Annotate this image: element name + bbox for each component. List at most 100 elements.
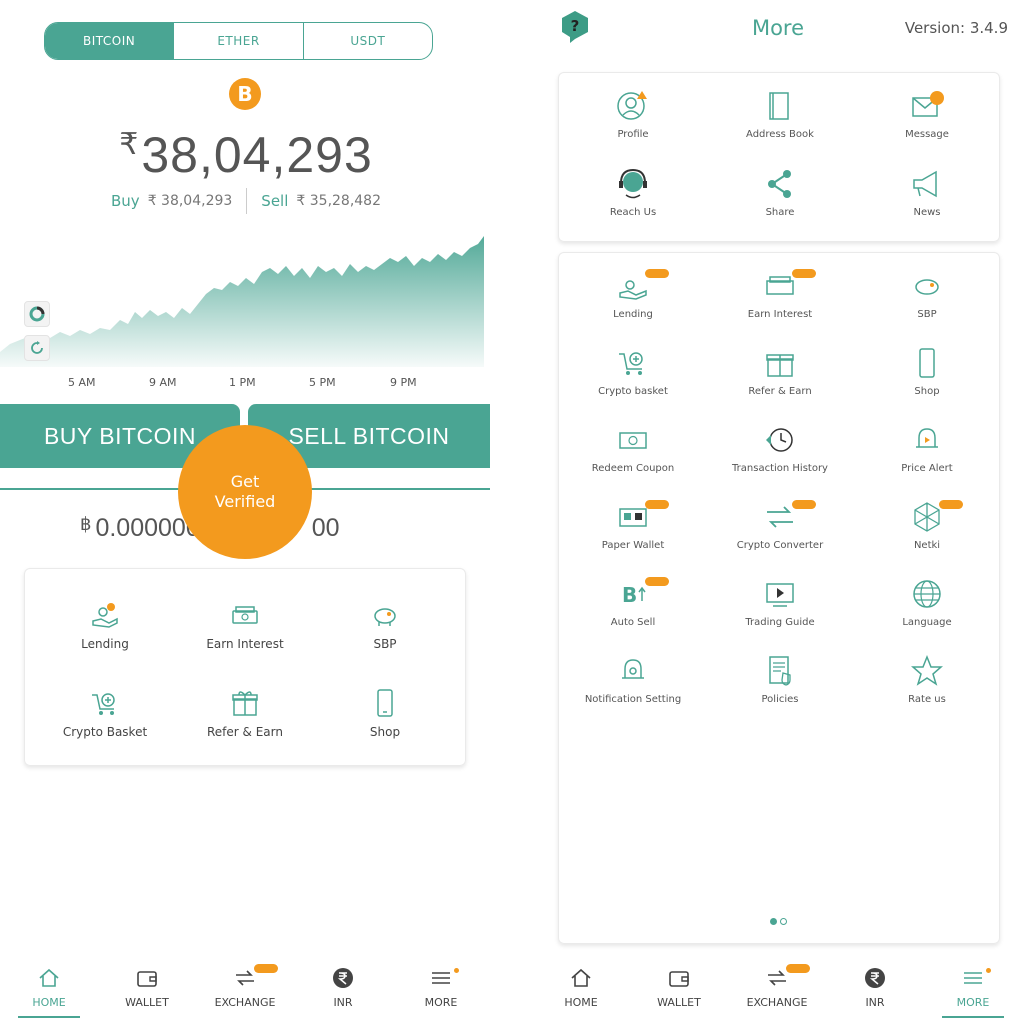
nav-more[interactable]: MORE: [392, 958, 490, 1018]
new-badge: [786, 964, 810, 973]
tab-usdt[interactable]: USDT: [304, 23, 432, 59]
feature-earn-interest[interactable]: Earn Interest: [175, 599, 315, 651]
nav-label: WALLET: [125, 996, 169, 1009]
tab-bitcoin[interactable]: BITCOIN: [45, 23, 175, 59]
menu-policies[interactable]: Policies: [706, 654, 854, 705]
menu-lending[interactable]: Lending: [559, 269, 707, 320]
new-badge: [645, 500, 669, 509]
menu-address-book[interactable]: Address Book: [706, 89, 854, 140]
page-indicator: [770, 918, 787, 925]
bitcoin-symbol: ฿: [80, 514, 92, 534]
menu-paper-wallet[interactable]: Paper Wallet: [559, 500, 707, 551]
menu-message[interactable]: Message: [853, 89, 1001, 140]
feature-shop[interactable]: Shop: [315, 687, 455, 739]
nav-exchange[interactable]: EXCHANGE: [196, 958, 294, 1018]
menu-language[interactable]: Language: [853, 577, 1001, 628]
chart-type-button[interactable]: [24, 301, 50, 327]
menu-label: Rate us: [908, 694, 946, 705]
menu-label: Share: [765, 207, 795, 218]
piggy-bank-icon: [915, 279, 939, 295]
rupee-symbol: ₹: [119, 128, 140, 161]
price-area: [0, 236, 484, 367]
get-verified-button[interactable]: Get Verified: [178, 425, 312, 559]
wallet-icon: [669, 971, 689, 987]
globe-icon: [913, 580, 941, 608]
new-badge: [792, 269, 816, 278]
nav-home[interactable]: HOME: [0, 958, 98, 1018]
time-label: 5 AM: [68, 376, 96, 389]
home-screen: BITCOIN ETHER USDT B ₹38,04,293 Buy ₹ 38…: [0, 0, 492, 1024]
megaphone-icon: [913, 170, 937, 198]
menu-reach-us[interactable]: Reach Us: [559, 167, 707, 218]
refresh-chart-button[interactable]: [24, 335, 50, 361]
verify-label-line2: Verified: [214, 492, 276, 511]
bitcoin-logo-icon: B: [229, 78, 261, 110]
menu-news[interactable]: News: [853, 167, 1001, 218]
menu-auto-sell[interactable]: B Auto Sell: [559, 577, 707, 628]
nav-exchange[interactable]: EXCHANGE: [728, 958, 826, 1018]
features-card: Lending Earn Interest SBP: [24, 568, 466, 766]
new-badge: [645, 269, 669, 278]
menu-label: Lending: [613, 309, 653, 320]
feature-crypto-basket[interactable]: Crypto Basket: [35, 687, 175, 739]
menu-earn-interest[interactable]: Earn Interest: [706, 269, 854, 320]
new-badge: [645, 577, 669, 586]
nav-label: HOME: [564, 996, 598, 1009]
menu-crypto-basket[interactable]: Crypto basket: [559, 346, 707, 397]
gift-icon: [232, 691, 258, 716]
menu-trading-guide[interactable]: Trading Guide: [706, 577, 854, 628]
share-icon: [768, 170, 791, 198]
menu-label: Auto Sell: [610, 617, 656, 628]
tab-ether[interactable]: ETHER: [174, 23, 304, 59]
feature-sbp[interactable]: SBP: [315, 599, 455, 651]
profile-icon: [617, 91, 647, 120]
menu-redeem-coupon[interactable]: Redeem Coupon: [559, 423, 707, 474]
menu-icon: [964, 972, 982, 984]
menu-crypto-converter[interactable]: Crypto Converter: [706, 500, 854, 551]
menu-label: Reach Us: [609, 207, 657, 218]
nav-more[interactable]: MORE: [924, 958, 1022, 1018]
sell-label: Sell: [261, 192, 289, 210]
buy-label: Buy: [111, 192, 140, 210]
balance-value-tail: 00: [311, 514, 340, 542]
nav-label: MORE: [956, 996, 990, 1009]
svg-text:B: B: [622, 583, 637, 607]
menu-sbp[interactable]: SBP: [853, 269, 1001, 320]
nav-label: WALLET: [657, 996, 701, 1009]
menu-netki[interactable]: Netki: [853, 500, 1001, 551]
account-card: Profile Address Book Message Reach Us Sh…: [558, 72, 1000, 242]
more-screen: ? More Version: 3.4.9 Profile Address Bo…: [532, 0, 1024, 1024]
menu-transaction-history[interactable]: Transaction History: [706, 423, 854, 474]
page-dot[interactable]: [780, 918, 787, 925]
menu-refer-earn[interactable]: Refer & Earn: [706, 346, 854, 397]
time-label: 9 PM: [390, 376, 417, 389]
menu-price-alert[interactable]: Price Alert: [853, 423, 1001, 474]
notification-dot: [454, 968, 459, 973]
menu-notification-setting[interactable]: Notification Setting: [559, 654, 707, 705]
notification-setting-icon: [622, 659, 644, 679]
menu-label: News: [913, 207, 941, 218]
menu-shop[interactable]: Shop: [853, 346, 1001, 397]
nav-label: INR: [333, 996, 353, 1009]
page-dot-active[interactable]: [770, 918, 777, 925]
menu-rate-us[interactable]: Rate us: [853, 654, 1001, 705]
bottom-nav: HOME WALLET EXCHANGE INR MORE: [0, 958, 490, 1018]
feature-refer-earn[interactable]: Refer & Earn: [175, 687, 315, 739]
crypto-basket-icon: [92, 693, 115, 715]
divider: [246, 188, 248, 214]
refresh-icon: [31, 341, 43, 354]
menu-label: Price Alert: [901, 463, 953, 474]
menu-profile[interactable]: Profile: [559, 89, 707, 140]
nav-inr[interactable]: INR: [294, 958, 392, 1018]
video-icon: [766, 583, 794, 607]
menu-share[interactable]: Share: [706, 167, 854, 218]
feature-lending[interactable]: Lending: [35, 599, 175, 651]
nav-wallet[interactable]: WALLET: [98, 958, 196, 1018]
nav-wallet[interactable]: WALLET: [630, 958, 728, 1018]
menu-label: Paper Wallet: [601, 540, 665, 551]
nav-inr[interactable]: INR: [826, 958, 924, 1018]
time-label: 1 PM: [229, 376, 256, 389]
nav-home[interactable]: HOME: [532, 958, 630, 1018]
menu-label: Earn Interest: [747, 309, 813, 320]
menu-label: Crypto basket: [598, 386, 668, 397]
